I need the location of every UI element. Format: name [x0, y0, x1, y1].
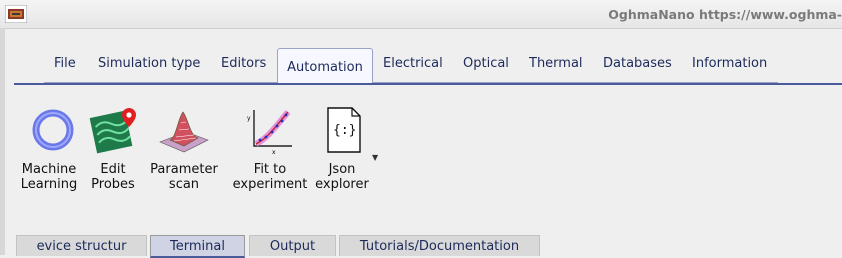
tab-output[interactable]: Output	[249, 235, 336, 256]
ribbon-divider	[14, 83, 842, 85]
edit-probes-label-line1: Edit	[100, 162, 126, 177]
fit-to-experiment-button[interactable]: y x Fit to experiment	[230, 110, 310, 192]
parameter-scan-label-line2: scan	[168, 177, 200, 192]
tab-automation[interactable]: Automation	[277, 48, 373, 83]
machine-learning-label-line2: Learning	[20, 177, 78, 192]
ring-icon	[32, 109, 74, 151]
menu-tab-bar: File Simulation type Editors Automation …	[44, 48, 778, 83]
surface-plot-icon	[159, 111, 209, 153]
svg-text:{:}: {:}	[333, 123, 356, 138]
svg-text:x: x	[272, 149, 276, 156]
map-pin-icon	[89, 108, 136, 154]
tab-simulation-type[interactable]: Simulation type	[98, 48, 200, 79]
window-edge	[0, 28, 5, 255]
svg-text:y: y	[247, 115, 251, 122]
machine-learning-label-line1: Machine	[21, 162, 77, 177]
tab-optical[interactable]: Optical	[463, 48, 509, 79]
tab-file[interactable]: File	[54, 48, 76, 79]
tab-device-structure[interactable]: evice structur	[16, 235, 147, 256]
tab-databases[interactable]: Databases	[603, 48, 672, 79]
tab-tutorials-documentation[interactable]: Tutorials/Documentation	[339, 235, 540, 256]
tab-information[interactable]: Information	[692, 48, 767, 79]
json-explorer-label-line1: Json	[328, 162, 356, 177]
edit-probes-label-line2: Probes	[91, 177, 135, 192]
window-title: OghmaNano https://www.oghma-	[608, 7, 842, 22]
json-explorer-label-line2: explorer	[315, 177, 369, 192]
edit-probes-button[interactable]: Edit Probes	[84, 108, 142, 192]
parameter-scan-button[interactable]: Parameter scan	[148, 111, 220, 192]
tab-editors[interactable]: Editors	[221, 48, 266, 79]
title-bar: OghmaNano https://www.oghma-	[0, 0, 842, 29]
fit-graph-icon: y x	[247, 110, 292, 156]
tab-thermal[interactable]: Thermal	[529, 48, 583, 79]
json-file-icon: {:}	[327, 107, 361, 153]
fit-to-experiment-label-line1: Fit to	[253, 162, 287, 177]
chevron-down-icon[interactable]: ▼	[372, 153, 378, 162]
tab-electrical[interactable]: Electrical	[383, 48, 443, 79]
machine-learning-button[interactable]: Machine Learning	[18, 109, 80, 192]
json-explorer-button[interactable]: {:} Json explorer	[313, 107, 371, 192]
app-icon	[5, 5, 27, 23]
parameter-scan-label-line1: Parameter	[150, 162, 218, 177]
fit-to-experiment-label-line2: experiment	[232, 177, 308, 192]
